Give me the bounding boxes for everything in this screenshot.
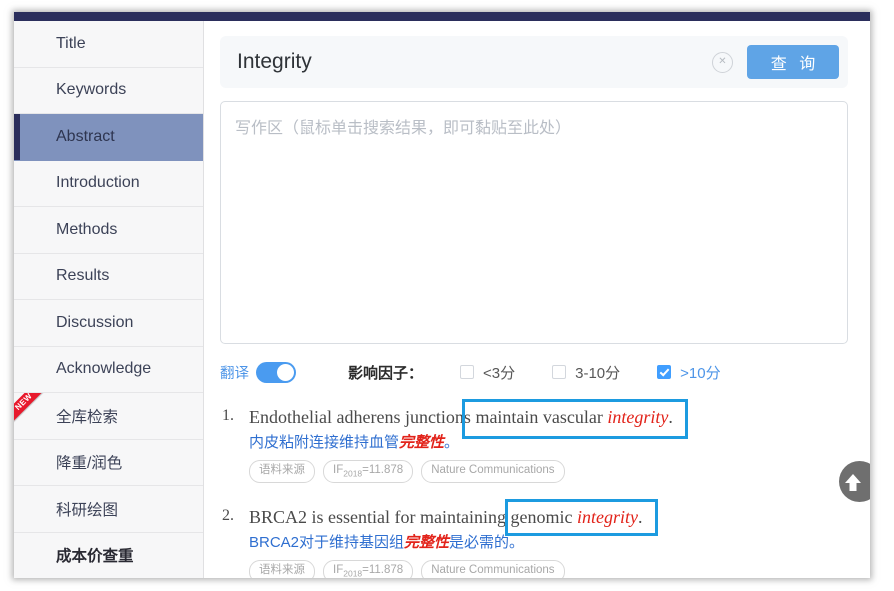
tag-source: 语料来源 — [249, 559, 315, 578]
result-sentence-en: 2. BRCA2 is essential for maintaining ge… — [220, 505, 870, 529]
writing-area-textarea[interactable] — [220, 101, 848, 344]
sidebar-nav: Title Keywords Abstract Introduction Methods… — [14, 21, 204, 578]
tag-impact-factor: IF2018=11.878 — [323, 459, 414, 484]
sidebar-item-label: Methods — [56, 220, 118, 238]
result-text-after: . — [668, 407, 673, 427]
filter-row: 翻译 影响因子： <3分 3-10分 >10分 — [220, 359, 860, 385]
sidebar-item-label: Introduction — [56, 174, 140, 192]
tag-journal: Nature Communications — [421, 559, 565, 578]
result-keyword: integrity — [607, 407, 669, 427]
sidebar-item-1[interactable]: Keywords — [14, 68, 203, 114]
sidebar-item-5[interactable]: Results — [14, 254, 203, 300]
result-cn-keyword: 完整性 — [404, 534, 450, 552]
sidebar-item-0[interactable]: Title — [14, 21, 203, 68]
result-sentence-cn: 内皮粘附连接维持血管完整性。 — [220, 433, 870, 453]
filter-label-lt3: <3分 — [483, 364, 516, 382]
sidebar-item-10[interactable]: 科研绘图 — [14, 486, 203, 533]
sidebar-item-6[interactable]: Discussion — [14, 300, 203, 347]
result-index: 2. — [222, 507, 234, 525]
search-bar: ✕ 查 询 — [220, 36, 848, 88]
tag-source: 语料来源 — [249, 459, 315, 484]
arrow-up-icon — [845, 474, 861, 491]
result-tags: 语料来源 IF2018=11.878 Nature Communications — [220, 559, 870, 578]
result-cn-before: BRCA2对于维持基因组 — [249, 534, 405, 552]
sidebar-item-label: Results — [56, 267, 110, 285]
sidebar-item-2[interactable]: Abstract — [14, 114, 203, 161]
sidebar-item-label: Keywords — [56, 81, 127, 99]
filter-label-gt10: >10分 — [680, 364, 721, 382]
sidebar-item-label: Title — [56, 34, 86, 52]
impact-factor-label: 影响因子： — [348, 364, 424, 382]
clear-search-icon[interactable]: ✕ — [712, 51, 733, 73]
search-input[interactable] — [220, 49, 712, 75]
toggle-knob — [277, 363, 294, 381]
new-badge-ribbon: NEW — [14, 393, 49, 427]
sidebar-item-label: Abstract — [56, 127, 115, 145]
result-keyword: integrity — [576, 507, 638, 528]
sidebar-item-label: 成本价查重 — [56, 548, 134, 566]
sidebar-item-3[interactable]: Introduction — [14, 161, 203, 207]
result-text-before: Endothelial adherens junctions maintain … — [249, 407, 608, 427]
result-index: 1. — [222, 407, 234, 424]
tag-impact-factor: IF2018=11.878 — [323, 559, 414, 578]
main-content: ✕ 查 询 翻译 影响因子： <3分 3-10分 >10分 — [204, 21, 870, 578]
result-text-after: . — [637, 507, 643, 528]
sidebar-item-11[interactable]: 成本价查重 — [14, 533, 203, 579]
sidebar-item-label: Discussion — [56, 313, 134, 331]
sidebar-item-9[interactable]: 降重/润色 — [14, 440, 203, 486]
result-sentence-en: 1. Endothelial adherens junctions mainta… — [220, 405, 870, 429]
search-results-list: 1. Endothelial adherens junctions mainta… — [220, 399, 870, 578]
sidebar-item-label: 降重/润色 — [56, 455, 123, 473]
tag-journal: Nature Communications — [421, 459, 565, 484]
result-item[interactable]: 1. Endothelial adherens junctions mainta… — [220, 399, 870, 484]
sidebar-item-4[interactable]: Methods — [14, 207, 203, 254]
result-cn-before: 内皮粘附连接维持血管 — [249, 434, 400, 452]
sidebar-item-8[interactable]: NEW 全库检索 — [14, 393, 203, 440]
result-cn-after: 是必需的。 — [449, 534, 525, 552]
filter-option-lt3[interactable]: <3分 — [460, 362, 515, 383]
checkbox-lt3-icon[interactable] — [460, 365, 475, 379]
filter-option-3to10[interactable]: 3-10分 — [552, 362, 620, 383]
filter-option-gt10[interactable]: >10分 — [657, 362, 721, 383]
result-sentence-cn: BRCA2对于维持基因组完整性是必需的。 — [220, 533, 870, 553]
result-tags: 语料来源 IF2018=11.878 Nature Communications — [220, 459, 870, 484]
checkbox-3to10-icon[interactable] — [552, 365, 567, 379]
filter-label-3to10: 3-10分 — [575, 364, 621, 382]
result-cn-keyword: 完整性 — [399, 434, 445, 452]
sidebar-item-label: 全库检索 — [56, 408, 119, 426]
result-item[interactable]: 2. BRCA2 is essential for maintaining ge… — [220, 499, 870, 578]
sidebar-item-label: Acknowledge — [56, 360, 152, 378]
result-text-before: BRCA2 is essential for maintaining genom… — [249, 507, 577, 528]
query-button[interactable]: 查 询 — [747, 45, 839, 79]
window-titlebar — [14, 12, 870, 21]
checkbox-gt10-icon[interactable] — [657, 365, 672, 379]
sidebar-item-7[interactable]: Acknowledge — [14, 347, 203, 393]
translate-label: 翻译 — [220, 365, 249, 382]
sidebar-item-label: 科研绘图 — [56, 501, 119, 519]
application-window: Title Keywords Abstract Introduction Methods… — [14, 12, 870, 578]
result-cn-after: 。 — [444, 434, 460, 452]
translate-toggle[interactable] — [256, 361, 296, 383]
